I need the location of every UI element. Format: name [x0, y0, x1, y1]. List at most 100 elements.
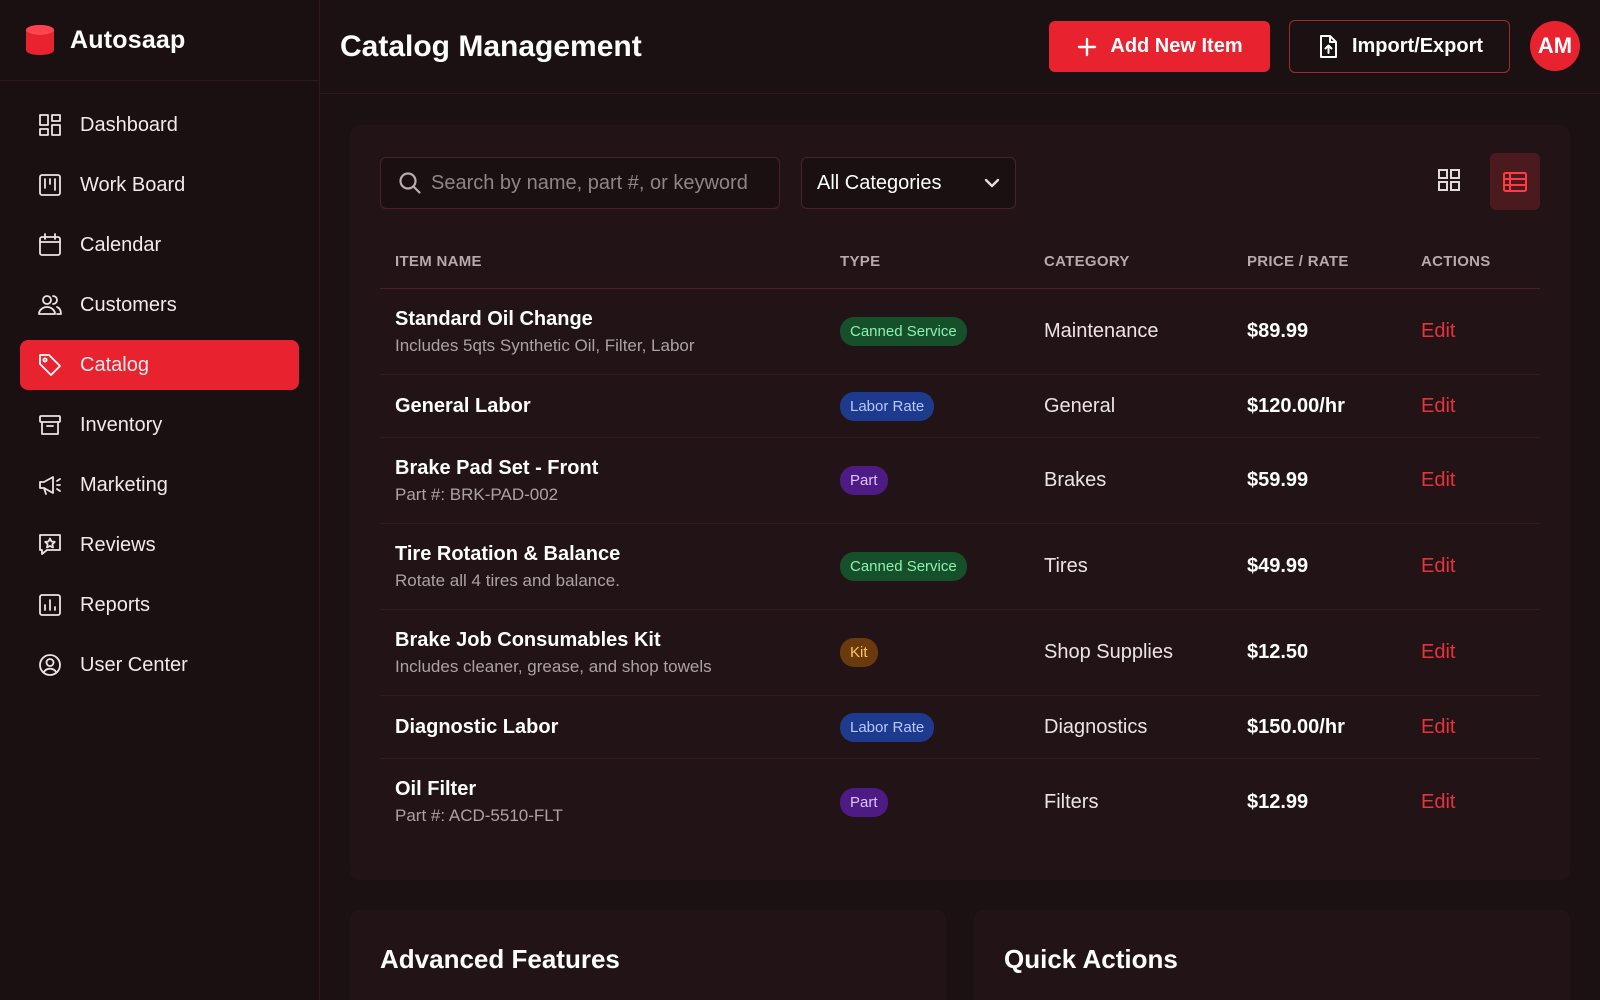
sidebar-item-label: Reviews	[80, 533, 156, 556]
item-description: Includes cleaner, grease, and shop towel…	[395, 656, 712, 676]
table-row[interactable]: Standard Oil Change Includes 5qts Synthet…	[380, 289, 1540, 375]
sidebar-item-inventory[interactable]: Inventory	[20, 400, 299, 450]
type-cell: Canned Service	[840, 317, 1044, 346]
header-type[interactable]: TYPE	[840, 253, 1044, 270]
import-export-label: Import/Export	[1351, 35, 1484, 57]
category-cell: Tires	[1044, 555, 1088, 577]
item-name-cell: Brake Job Consumables Kit Includes cleane…	[380, 629, 840, 677]
sidebar-item-label: Calendar	[80, 233, 162, 256]
item-name-cell: General Labor	[380, 395, 840, 418]
sidebar-item-calendar[interactable]: Calendar	[20, 220, 299, 270]
actions-cell: Edit	[1421, 791, 1540, 814]
item-description: Part #: BRK-PAD-002	[395, 484, 559, 504]
item-name: Oil Filter	[395, 778, 477, 800]
edit-link[interactable]: Edit	[1421, 641, 1455, 663]
actions-cell: Edit	[1421, 469, 1540, 492]
actions-cell: Edit	[1421, 555, 1540, 578]
item-name: Standard Oil Change	[395, 307, 593, 330]
price-cell: $12.50	[1247, 641, 1309, 663]
item-name: Tire Rotation & Balance	[395, 542, 621, 565]
type-cell: Part	[840, 787, 1044, 817]
item-description: Includes 5qts Synthetic Oil, Filter, Lab…	[395, 335, 695, 355]
users-icon	[36, 291, 64, 319]
table-row[interactable]: Brake Job Consumables Kit Includes cleane…	[380, 610, 1540, 696]
type-cell: Part	[840, 466, 1044, 495]
category-select[interactable]: All Categories	[801, 157, 1016, 209]
sidebar-item-catalog[interactable]: Catalog	[20, 340, 299, 390]
tag-icon	[36, 351, 64, 379]
catalog-table: ITEM NAME TYPE CATEGORY PRICE / RATE ACT…	[380, 235, 1540, 845]
star-message-icon	[36, 531, 64, 559]
category-cell: Maintenance	[1044, 320, 1159, 342]
item-name: General Labor	[395, 394, 531, 417]
item-description: Rotate all 4 tires and balance.	[395, 570, 620, 590]
sidebar-item-label: Inventory	[80, 413, 163, 436]
item-name: Brake Job Consumables Kit	[395, 628, 661, 651]
header-price[interactable]: PRICE / RATE	[1247, 253, 1421, 270]
add-new-item-label: Add New Item	[1110, 35, 1243, 57]
category-cell: Diagnostics	[1044, 715, 1148, 738]
table-row[interactable]: Tire Rotation & Balance Rotate all 4 tire…	[380, 524, 1540, 610]
table-row[interactable]: General Labor Labor Rate General $120.00/hr…	[380, 375, 1540, 438]
sidebar-item-marketing[interactable]: Marketing	[20, 460, 299, 510]
search-icon	[399, 172, 421, 194]
table-header: ITEM NAME TYPE CATEGORY PRICE / RATE ACT…	[380, 235, 1540, 289]
plus-icon	[1078, 37, 1097, 56]
edit-link[interactable]: Edit	[1421, 791, 1455, 813]
header-item-name[interactable]: ITEM NAME	[380, 253, 840, 270]
sidebar-item-label: Dashboard	[80, 113, 178, 136]
brand[interactable]: Autosaap	[0, 0, 319, 81]
edit-link[interactable]: Edit	[1421, 716, 1455, 738]
price-cell: $49.99	[1247, 555, 1309, 577]
item-description: Part #: ACD-5510-FLT	[395, 806, 563, 825]
sidebar-item-dashboard[interactable]: Dashboard	[20, 100, 299, 150]
sidebar-item-work-board[interactable]: Work Board	[20, 160, 299, 210]
grid-icon	[1438, 169, 1460, 191]
type-badge: Canned Service	[840, 552, 967, 581]
type-badge: Part	[840, 466, 888, 495]
price-cell: $89.99	[1247, 320, 1309, 342]
item-name-cell: Brake Pad Set - Front Part #: BRK-PAD-002	[380, 457, 840, 505]
list-view-button[interactable]	[1490, 153, 1540, 210]
import-export-button[interactable]: Import/Export	[1289, 20, 1510, 73]
edit-link[interactable]: Edit	[1421, 469, 1455, 491]
sidebar-nav: Dashboard Work Board Calendar Customers Cata…	[0, 81, 319, 690]
search-input[interactable]	[431, 171, 761, 195]
sidebar-item-label: Reports	[80, 593, 151, 616]
price-cell: $120.00/hr	[1247, 394, 1345, 417]
chevron-down-icon	[984, 178, 1000, 188]
sidebar-item-reviews[interactable]: Reviews	[20, 520, 299, 570]
header-actions: ACTIONS	[1421, 253, 1491, 270]
table-body: Standard Oil Change Includes 5qts Synthet…	[380, 289, 1540, 845]
sidebar-item-customers[interactable]: Customers	[20, 280, 299, 330]
sidebar-item-user-center[interactable]: User Center	[20, 640, 299, 690]
edit-link[interactable]: Edit	[1421, 555, 1455, 577]
grid-view-button[interactable]	[1424, 155, 1474, 205]
category-cell: Filters	[1044, 790, 1099, 813]
sidebar: Autosaap Dashboard Work Board Calendar Cust…	[0, 0, 320, 1000]
calendar-icon	[36, 231, 64, 259]
sidebar-item-label: Work Board	[80, 173, 186, 196]
add-new-item-button[interactable]: Add New Item	[1049, 21, 1270, 72]
avatar[interactable]: AM	[1530, 21, 1580, 71]
table-row[interactable]: Diagnostic Labor Labor Rate Diagnostics $15…	[380, 696, 1540, 759]
user-circle-icon	[36, 651, 64, 679]
advanced-features-card: Advanced Features	[350, 910, 946, 1000]
type-cell: Labor Rate	[840, 391, 1044, 421]
catalog-card: All Categories ITEM NAME TYPE CATEGORY P…	[350, 125, 1570, 880]
sidebar-item-label: Customers	[80, 293, 177, 316]
sidebar-item-label: Catalog	[80, 353, 149, 376]
actions-cell: Edit	[1421, 641, 1540, 664]
table-row[interactable]: Brake Pad Set - Front Part #: BRK-PAD-002…	[380, 438, 1540, 524]
edit-link[interactable]: Edit	[1421, 320, 1455, 342]
sidebar-item-reports[interactable]: Reports	[20, 580, 299, 630]
table-row[interactable]: Oil Filter Part #: ACD-5510-FLT Part Filter…	[380, 759, 1540, 845]
category-cell: Brakes	[1044, 469, 1107, 491]
edit-link[interactable]: Edit	[1421, 395, 1455, 417]
header-category[interactable]: CATEGORY	[1044, 253, 1247, 270]
type-badge: Canned Service	[840, 317, 967, 346]
dashboard-icon	[36, 111, 64, 139]
item-name: Brake Pad Set - Front	[395, 456, 599, 479]
search-box[interactable]	[380, 157, 780, 209]
category-cell: Shop Supplies	[1044, 641, 1173, 663]
